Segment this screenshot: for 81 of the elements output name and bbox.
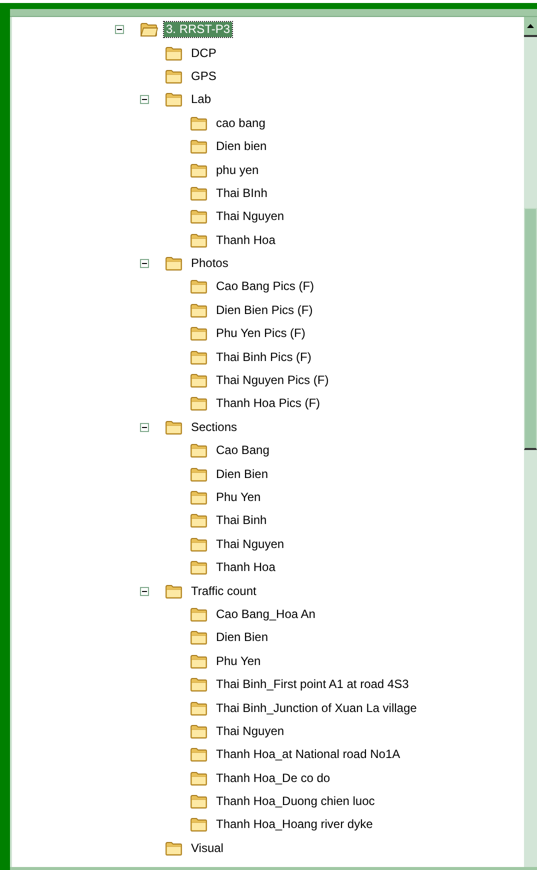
folder-icon xyxy=(190,302,208,318)
tree-item[interactable]: Thai Nguyen xyxy=(214,724,286,739)
folder-icon xyxy=(190,513,208,528)
folder-icon xyxy=(190,466,208,482)
folder-icon xyxy=(190,700,208,716)
folder-icon xyxy=(190,373,208,388)
folder-icon xyxy=(190,350,208,365)
tree-item[interactable]: Thanh Hoa_Hoang river dyke xyxy=(214,817,375,832)
tree-item[interactable]: Thanh Hoa xyxy=(214,232,278,248)
tree-item[interactable]: Thai Binh_First point A1 at road 4S3 xyxy=(214,677,411,692)
folder-icon xyxy=(190,443,208,458)
tree-item[interactable]: Cao Bang Pics (F) xyxy=(214,279,316,294)
tree-item[interactable]: Thanh Hoa Pics (F) xyxy=(214,396,322,412)
tree-item[interactable]: Thanh Hoa xyxy=(214,560,278,576)
tree-item[interactable]: Thanh Hoa_De co do xyxy=(214,770,332,786)
scrollbar[interactable] xyxy=(524,17,537,867)
folder-icon xyxy=(190,747,208,762)
tree-item[interactable]: Thai Binh_Junction of Xuan La village xyxy=(214,700,419,716)
folder-icon xyxy=(190,326,208,342)
scroll-up-button[interactable] xyxy=(524,17,537,37)
tree-item[interactable]: Phu Yen xyxy=(214,490,263,505)
folder-icon xyxy=(165,92,183,108)
folder-icon xyxy=(165,420,183,435)
tree-item[interactable]: Traffic count xyxy=(189,584,258,599)
folder-icon xyxy=(190,116,208,131)
folder-icon xyxy=(190,209,208,224)
folder-icon xyxy=(190,232,208,248)
scroll-thumb[interactable] xyxy=(524,208,537,450)
folder-icon xyxy=(190,536,208,552)
tree-item[interactable]: DCP xyxy=(189,46,218,61)
tree-item[interactable]: Dien Bien xyxy=(214,630,270,646)
folder-icon xyxy=(165,46,183,61)
folder-icon xyxy=(190,654,208,669)
tree-item[interactable]: Cao Bang_Hoa An xyxy=(214,606,318,622)
tree-item[interactable]: Dien Bien xyxy=(214,466,270,482)
folder-icon xyxy=(190,560,208,576)
collapse-icon[interactable] xyxy=(140,422,149,432)
tree-item[interactable]: phu yen xyxy=(214,162,261,178)
folder-icon xyxy=(190,279,208,294)
tree-item[interactable]: Cao Bang xyxy=(214,443,272,458)
tree-item[interactable]: Thanh Hoa_Duong chien luoc xyxy=(214,794,377,810)
tree-item[interactable]: Dien Bien Pics (F) xyxy=(214,302,315,318)
up-arrow-icon xyxy=(527,24,534,28)
folder-icon xyxy=(190,606,208,622)
collapse-icon[interactable] xyxy=(140,586,149,596)
tree-item[interactable]: Thai Binh xyxy=(214,513,269,528)
folder-icon xyxy=(165,840,183,856)
collapse-icon[interactable] xyxy=(140,259,149,268)
collapse-icon[interactable] xyxy=(140,95,149,104)
tree-item[interactable]: Thai Nguyen xyxy=(214,536,286,552)
folder-icon xyxy=(190,630,208,646)
tree-item[interactable]: Dien bien xyxy=(214,139,269,154)
folder-icon xyxy=(190,490,208,505)
folder-icon xyxy=(190,817,208,832)
folder-icon xyxy=(165,584,183,599)
folder-icon xyxy=(190,724,208,739)
tree-item[interactable]: Thai Binh Pics (F) xyxy=(214,350,314,365)
folder-icon xyxy=(165,256,183,272)
tree-item[interactable]: GPS xyxy=(189,68,218,84)
tree-item[interactable]: Thanh Hoa_at National road No1A xyxy=(214,747,402,762)
open-folder-icon xyxy=(140,22,158,38)
tree-item[interactable]: Visual xyxy=(189,840,226,856)
folder-icon xyxy=(190,186,208,201)
folder-icon xyxy=(165,68,183,84)
folder-icon xyxy=(190,794,208,810)
folder-icon xyxy=(190,396,208,412)
tree-item[interactable]: Sections xyxy=(189,420,240,435)
tree-item[interactable]: Photos xyxy=(189,256,230,272)
tree-item[interactable]: Phu Yen Pics (F) xyxy=(214,326,308,342)
tree-item[interactable]: Lab xyxy=(189,92,214,108)
tree-item[interactable]: Thai Nguyen xyxy=(214,209,286,224)
folder-icon xyxy=(190,770,208,786)
tree-item[interactable]: Thai Nguyen Pics (F) xyxy=(214,373,331,388)
collapse-icon[interactable] xyxy=(115,25,124,34)
tree-item[interactable]: Phu Yen xyxy=(214,654,263,669)
folder-icon xyxy=(190,162,208,178)
tree-item[interactable]: cao bang xyxy=(214,116,268,131)
tree-item[interactable]: Thai BInh xyxy=(214,186,270,201)
folder-icon xyxy=(190,677,208,692)
folder-icon xyxy=(190,139,208,154)
tree-item[interactable]: 3. RRST-P3 xyxy=(164,22,232,38)
